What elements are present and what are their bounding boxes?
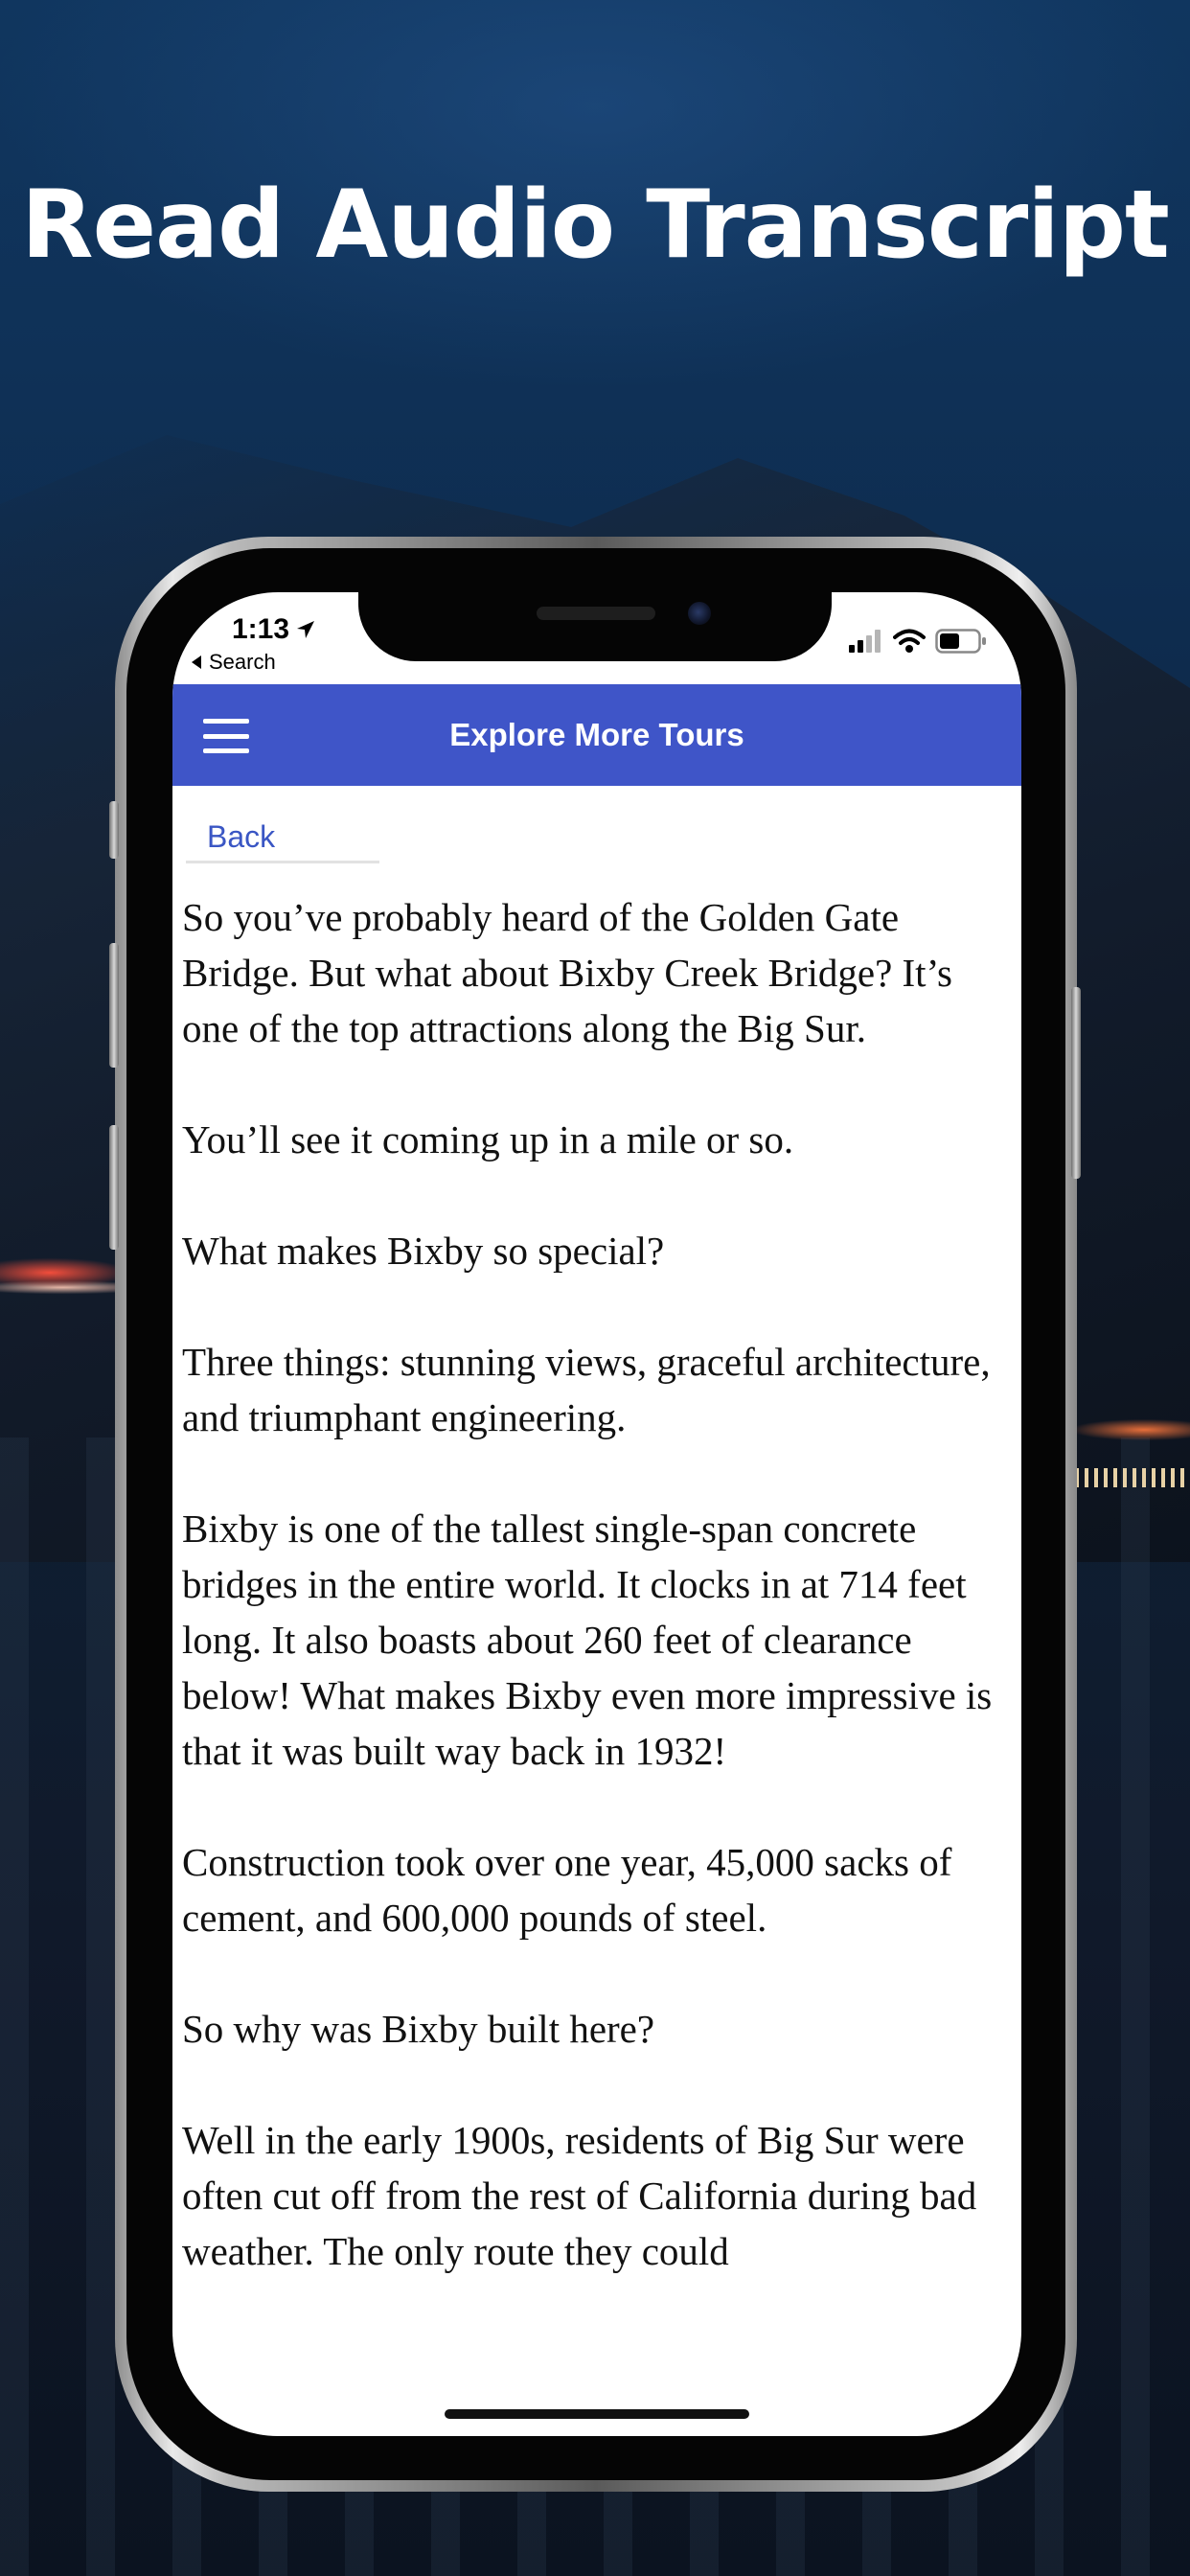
volume-up-button: [109, 943, 119, 1068]
background-car-lights-right: [1075, 1418, 1190, 1495]
cellular-signal-icon: [849, 630, 881, 653]
home-indicator[interactable]: [445, 2409, 749, 2419]
transcript-paragraph: You’ll see it coming up in a mile or so.: [182, 1117, 794, 1162]
location-arrow-icon: [297, 621, 315, 638]
transcript-paragraph: So why was Bixby built here?: [182, 2007, 655, 2051]
phone-screen: 1:13 Search Explore More Tours Back So y…: [172, 592, 1021, 2436]
promo-headline: Read Audio Transcript: [21, 171, 1170, 280]
front-camera: [688, 602, 711, 625]
back-link[interactable]: Back: [186, 813, 379, 863]
power-button: [1071, 987, 1081, 1179]
status-icons: [849, 629, 987, 654]
status-time-label: 1:13: [232, 613, 290, 645]
transcript-paragraph: Bixby is one of the tallest single-span …: [182, 1506, 993, 1773]
wifi-icon: [893, 629, 926, 653]
transcript-paragraph: What makes Bixby so special?: [182, 1229, 665, 1273]
phone-notch: [358, 592, 832, 661]
navbar-title: Explore More Tours: [449, 717, 744, 752]
battery-icon: [935, 629, 986, 654]
background-car-lights-left: [0, 1246, 125, 1313]
status-back-label: Search: [209, 650, 276, 674]
mute-switch: [109, 801, 119, 859]
app-navbar: Explore More Tours: [172, 684, 1021, 786]
transcript-paragraph: Three things: stunning views, graceful a…: [182, 1340, 991, 1439]
transcript-paragraph: Construction took over one year, 45,000 …: [182, 1840, 952, 1940]
transcript-paragraph: So you’ve probably heard of the Golden G…: [182, 895, 952, 1050]
status-back-to-search[interactable]: Search: [190, 650, 276, 675]
transcript-text: So you’ve probably heard of the Golden G…: [182, 889, 1014, 2306]
transcript-paragraph: Well in the early 1900s, residents of Bi…: [182, 2118, 977, 2273]
status-time: 1:13: [232, 613, 316, 646]
earpiece-speaker: [537, 607, 655, 620]
volume-down-button: [109, 1125, 119, 1250]
back-triangle-icon: [192, 656, 201, 669]
